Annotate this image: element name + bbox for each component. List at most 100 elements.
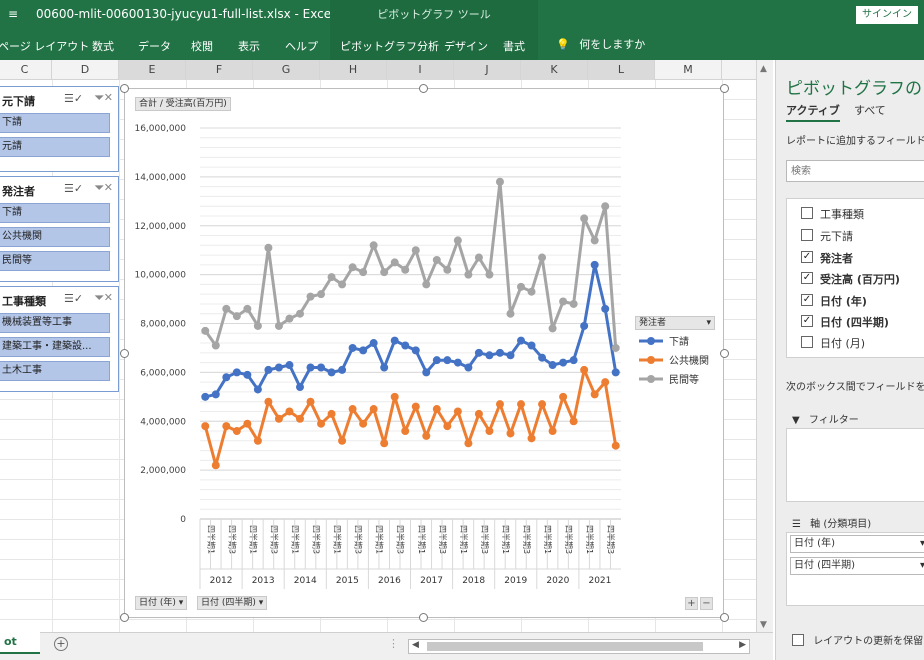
column-header-g[interactable]: G — [253, 60, 320, 80]
column-header-c[interactable]: C — [0, 60, 52, 80]
slicer-hacchusha[interactable]: 発注者 ☰✓ ⏷✕ 下請 公共機関 民間等 — [0, 176, 119, 282]
sheet-tab[interactable]: ot — [0, 632, 40, 654]
field-search-input[interactable] — [786, 160, 924, 182]
tab-view[interactable]: 表示 — [238, 38, 260, 54]
field-checkbox-checked[interactable]: ✓ — [801, 251, 813, 263]
defer-update-checkbox[interactable] — [792, 634, 804, 646]
defer-update[interactable]: レイアウトの更新を保留する — [792, 632, 924, 647]
axis-field-button-quarter[interactable]: 日付 (四半期) ▾ — [197, 596, 268, 610]
tab-review[interactable]: 校閲 — [191, 38, 213, 54]
field-checkbox[interactable] — [801, 229, 813, 241]
clear-filter-icon[interactable]: ⏷✕ — [95, 291, 113, 305]
tab-all[interactable]: すべて — [854, 102, 886, 118]
x-quarter-label: 四半期3 — [564, 525, 574, 554]
field-label[interactable]: 受注高 (百万円) — [820, 271, 900, 287]
column-header-m[interactable]: M — [655, 60, 722, 80]
axis-field-item[interactable]: 日付 (四半期) ▾ — [790, 557, 924, 575]
slicer-item[interactable]: 元請 — [0, 137, 110, 157]
collapse-field-button[interactable]: − — [700, 597, 713, 610]
add-sheet-button[interactable]: + — [54, 637, 68, 651]
slicer-item[interactable]: 民間等 — [0, 251, 110, 271]
scroll-down-icon[interactable]: ▼ — [760, 620, 767, 630]
tab-split-handle[interactable]: ⋮ — [388, 637, 399, 650]
column-header-e[interactable]: E — [119, 60, 186, 80]
slicer-item[interactable]: 機械装置等工事 — [0, 313, 110, 333]
resize-handle[interactable] — [419, 84, 428, 93]
field-checkbox[interactable] — [801, 336, 813, 348]
column-header-i[interactable]: I — [387, 60, 454, 80]
resize-handle[interactable] — [720, 613, 729, 622]
resize-handle[interactable] — [720, 84, 729, 93]
field-label[interactable]: 元下請 — [820, 228, 853, 244]
field-label[interactable]: 日付 (年) — [820, 293, 867, 309]
field-checkbox[interactable] — [801, 207, 813, 219]
tab-help[interactable]: ヘルプ — [285, 38, 318, 54]
column-header-f[interactable]: F — [186, 60, 253, 80]
multi-select-icon[interactable]: ☰✓ — [64, 92, 83, 105]
tab-data[interactable]: データ — [138, 38, 171, 54]
chart-plot: 0 2,000,000 4,000,000 6,000,000 8,000,000 10,… — [134, 124, 709, 589]
x-quarter-label: 四半期1 — [501, 525, 511, 554]
expand-field-button[interactable]: + — [685, 597, 698, 610]
resize-handle[interactable] — [120, 613, 129, 622]
field-label[interactable]: 日付 (四半期) — [820, 314, 889, 330]
vertical-scrollbar[interactable]: ▲ ▼ — [756, 60, 773, 632]
tab-page-layout[interactable]: ページ レイアウト — [0, 38, 89, 54]
slicer-header: 元下請 ☰✓ ⏷✕ — [0, 87, 118, 113]
data-point — [559, 297, 568, 306]
field-checkbox-checked[interactable]: ✓ — [801, 272, 813, 284]
tell-me-box[interactable]: 💡 何をしますか — [556, 36, 645, 52]
column-header-h[interactable]: H — [320, 60, 387, 80]
axis-field-button-year[interactable]: 日付 (年) ▾ — [135, 596, 188, 610]
field-label[interactable]: 日付 (月) — [820, 335, 865, 351]
resize-handle[interactable] — [720, 349, 729, 358]
tab-active[interactable]: アクティブ — [786, 102, 840, 122]
slicer-item[interactable]: 公共機関 — [0, 227, 110, 247]
x-quarter-label: 四半期3 — [227, 525, 237, 554]
data-point — [517, 282, 526, 291]
scroll-up-icon[interactable]: ▲ — [760, 64, 767, 74]
resize-handle[interactable] — [120, 349, 129, 358]
slicer-koji-shurui[interactable]: 工事種類 ☰✓ ⏷✕ 機械装置等工事 建築工事・建築設... 土木工事 — [0, 286, 119, 392]
clear-filter-icon[interactable]: ⏷✕ — [95, 91, 113, 105]
tab-format[interactable]: 書式 — [503, 38, 525, 54]
resize-handle[interactable] — [120, 84, 129, 93]
column-header-l[interactable]: L — [588, 60, 655, 80]
column-header-d[interactable]: D — [52, 60, 119, 80]
tab-formulas[interactable]: 数式 — [92, 38, 114, 54]
column-header-k[interactable]: K — [521, 60, 588, 80]
data-point — [243, 304, 252, 313]
pivot-chart[interactable]: 合計 / 受注高(百万円) 0 2,000,000 4,000,000 6,000,0… — [124, 88, 724, 618]
multi-select-icon[interactable]: ☰✓ — [64, 292, 83, 305]
quick-access-icon[interactable]: ≡ — [8, 7, 18, 21]
resize-handle[interactable] — [419, 613, 428, 622]
legend-field-button[interactable]: 発注者 ▾ — [635, 316, 715, 330]
axis-field-item[interactable]: 日付 (年) ▾ — [790, 535, 924, 553]
column-header-j[interactable]: J — [454, 60, 521, 80]
multi-select-icon[interactable]: ☰✓ — [64, 182, 83, 195]
x-year-label: 2021 — [588, 576, 611, 586]
field-checkbox-checked[interactable]: ✓ — [801, 315, 813, 327]
slicer-item[interactable]: 建築工事・建築設... — [0, 337, 110, 357]
tab-pivotchart-analyze[interactable]: ピボットグラフ分析 — [340, 38, 439, 54]
x-quarter-label: 四半期1 — [333, 525, 343, 554]
scroll-thumb[interactable] — [427, 642, 703, 651]
field-checkbox-checked[interactable]: ✓ — [801, 294, 813, 306]
scroll-left-icon[interactable]: ◀ — [412, 640, 419, 650]
signin-button[interactable]: サインイン — [856, 6, 918, 24]
horizontal-scrollbar[interactable]: ◀ ▶ — [408, 639, 750, 654]
data-point — [485, 351, 494, 360]
clear-filter-icon[interactable]: ⏷✕ — [95, 181, 113, 195]
data-point — [274, 321, 283, 330]
scroll-right-icon[interactable]: ▶ — [739, 640, 746, 650]
axis-field-label: 日付 (年) — [139, 598, 176, 608]
tab-design[interactable]: デザイン — [444, 38, 488, 54]
field-label[interactable]: 工事種類 — [820, 206, 864, 222]
field-label[interactable]: 発注者 — [820, 250, 853, 266]
slicer-item[interactable]: 下請 — [0, 203, 110, 223]
slicer-item[interactable]: 下請 — [0, 113, 110, 133]
filter-area[interactable] — [786, 428, 924, 502]
data-point — [527, 434, 536, 443]
slicer-motoshitauke[interactable]: 元下請 ☰✓ ⏷✕ 下請 元請 — [0, 86, 119, 172]
slicer-item[interactable]: 土木工事 — [0, 361, 110, 381]
